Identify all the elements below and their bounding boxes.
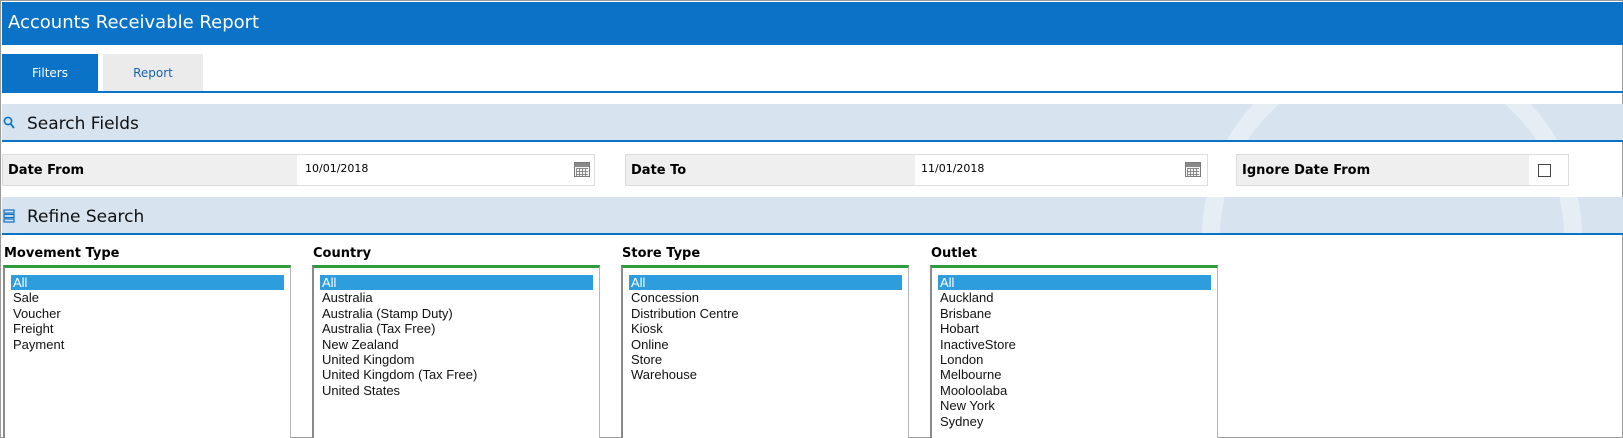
list-option[interactable]: Australia bbox=[320, 290, 593, 305]
list-option[interactable]: Sydney bbox=[938, 414, 1211, 429]
list-option[interactable]: Mooloolaba bbox=[938, 383, 1211, 398]
date-from-label: Date From bbox=[3, 155, 297, 185]
list-option[interactable]: Australia (Tax Free) bbox=[320, 321, 593, 336]
list-option[interactable]: United States bbox=[320, 383, 593, 398]
title-bar: Accounts Receivable Report bbox=[2, 2, 1623, 45]
store-type-listbox[interactable]: All Concession Distribution Centre Kiosk… bbox=[621, 265, 909, 438]
list-option[interactable]: Store bbox=[629, 352, 902, 367]
list-option[interactable]: Australia (Stamp Duty) bbox=[320, 306, 593, 321]
search-fields-header: Search Fields bbox=[2, 104, 1623, 142]
list-option[interactable]: Payment bbox=[11, 337, 284, 352]
tab-filters[interactable]: Filters bbox=[2, 54, 98, 92]
ignore-date-from-label: Ignore Date From bbox=[1237, 155, 1529, 185]
country-title: Country bbox=[313, 246, 372, 261]
tab-divider bbox=[2, 91, 1623, 93]
list-option[interactable]: London bbox=[938, 352, 1211, 367]
date-to-field: Date To 11/01/2018 bbox=[625, 154, 1208, 186]
date-from-input[interactable]: 10/01/2018 bbox=[305, 162, 368, 175]
movement-type-listbox[interactable]: All Sale Voucher Freight Payment bbox=[3, 265, 291, 438]
store-type-title: Store Type bbox=[622, 246, 701, 261]
country-listbox[interactable]: All Australia Australia (Stamp Duty) Aus… bbox=[312, 265, 600, 438]
list-option[interactable]: New Zealand bbox=[320, 337, 593, 352]
refine-search-header: Refine Search bbox=[2, 197, 1623, 235]
list-option[interactable]: United Kingdom (Tax Free) bbox=[320, 367, 593, 382]
calendar-icon[interactable] bbox=[1185, 162, 1201, 177]
app-window: Accounts Receivable Report Filters Repor… bbox=[0, 0, 1623, 438]
list-icon bbox=[3, 209, 15, 223]
search-fields-label: Search Fields bbox=[27, 114, 139, 134]
list-option[interactable]: Concession bbox=[629, 290, 902, 305]
list-option[interactable]: Auckland bbox=[938, 290, 1211, 305]
search-icon bbox=[3, 116, 15, 129]
list-option[interactable]: All bbox=[11, 275, 284, 291]
movement-type-title: Movement Type bbox=[4, 246, 120, 261]
list-option[interactable]: All bbox=[320, 275, 593, 291]
tab-report[interactable]: Report bbox=[103, 54, 203, 92]
date-from-field: Date From 10/01/2018 bbox=[2, 154, 595, 186]
list-option[interactable]: Distribution Centre bbox=[629, 306, 902, 321]
list-option[interactable]: United Kingdom bbox=[320, 352, 593, 367]
list-option[interactable]: New York bbox=[938, 398, 1211, 413]
list-option[interactable]: Brisbane bbox=[938, 306, 1211, 321]
list-option[interactable]: Online bbox=[629, 337, 902, 352]
ignore-date-from-checkbox[interactable] bbox=[1538, 164, 1551, 177]
list-option[interactable]: All bbox=[938, 275, 1211, 291]
date-to-label: Date To bbox=[626, 155, 915, 185]
list-option[interactable]: Melbourne bbox=[938, 367, 1211, 382]
outlet-title: Outlet bbox=[931, 246, 978, 261]
calendar-icon[interactable] bbox=[574, 162, 590, 177]
date-to-input[interactable]: 11/01/2018 bbox=[921, 162, 984, 175]
list-option[interactable]: Hobart bbox=[938, 321, 1211, 336]
list-option[interactable]: InactiveStore bbox=[938, 337, 1211, 352]
list-option[interactable]: Freight bbox=[11, 321, 284, 336]
list-option[interactable]: Warehouse bbox=[629, 367, 902, 382]
list-option[interactable]: All bbox=[629, 275, 902, 291]
ignore-date-from-field: Ignore Date From bbox=[1236, 154, 1569, 186]
list-option[interactable]: Kiosk bbox=[629, 321, 902, 336]
outlet-listbox[interactable]: All Auckland Brisbane Hobart InactiveSto… bbox=[930, 265, 1218, 438]
list-option[interactable]: Sale bbox=[11, 290, 284, 305]
list-option[interactable]: Voucher bbox=[11, 306, 284, 321]
refine-search-label: Refine Search bbox=[27, 207, 145, 227]
page-title: Accounts Receivable Report bbox=[8, 12, 260, 33]
